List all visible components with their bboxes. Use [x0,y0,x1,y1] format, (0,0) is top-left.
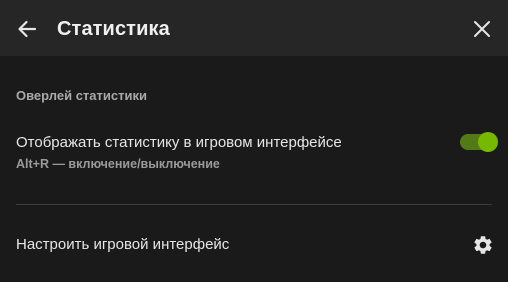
stats-overlay-setting[interactable]: Отображать статистику в игровом интерфей… [0,128,508,180]
close-icon [474,21,490,37]
customize-overlay-row[interactable]: Настроить игровой интерфейс [0,228,508,262]
arrow-left-icon [18,20,37,38]
stats-overlay-hotkey-hint: Alt+R — включение/выключение [16,157,220,171]
stats-overlay-toggle[interactable] [460,132,498,152]
panel-header: Статистика [0,0,508,56]
customize-overlay-label: Настроить игровой интерфейс [16,236,230,253]
close-button[interactable] [469,16,495,42]
stats-overlay-label: Отображать статистику в игровом интерфей… [16,134,342,151]
section-title: Оверлей статистики [16,88,147,103]
back-button[interactable] [14,16,40,42]
divider [16,204,492,205]
page-title: Статистика [57,18,170,40]
toggle-knob [478,132,498,152]
gear-icon[interactable] [472,234,494,256]
statistics-panel: Статистика Оверлей статистики Отображать… [0,0,508,282]
